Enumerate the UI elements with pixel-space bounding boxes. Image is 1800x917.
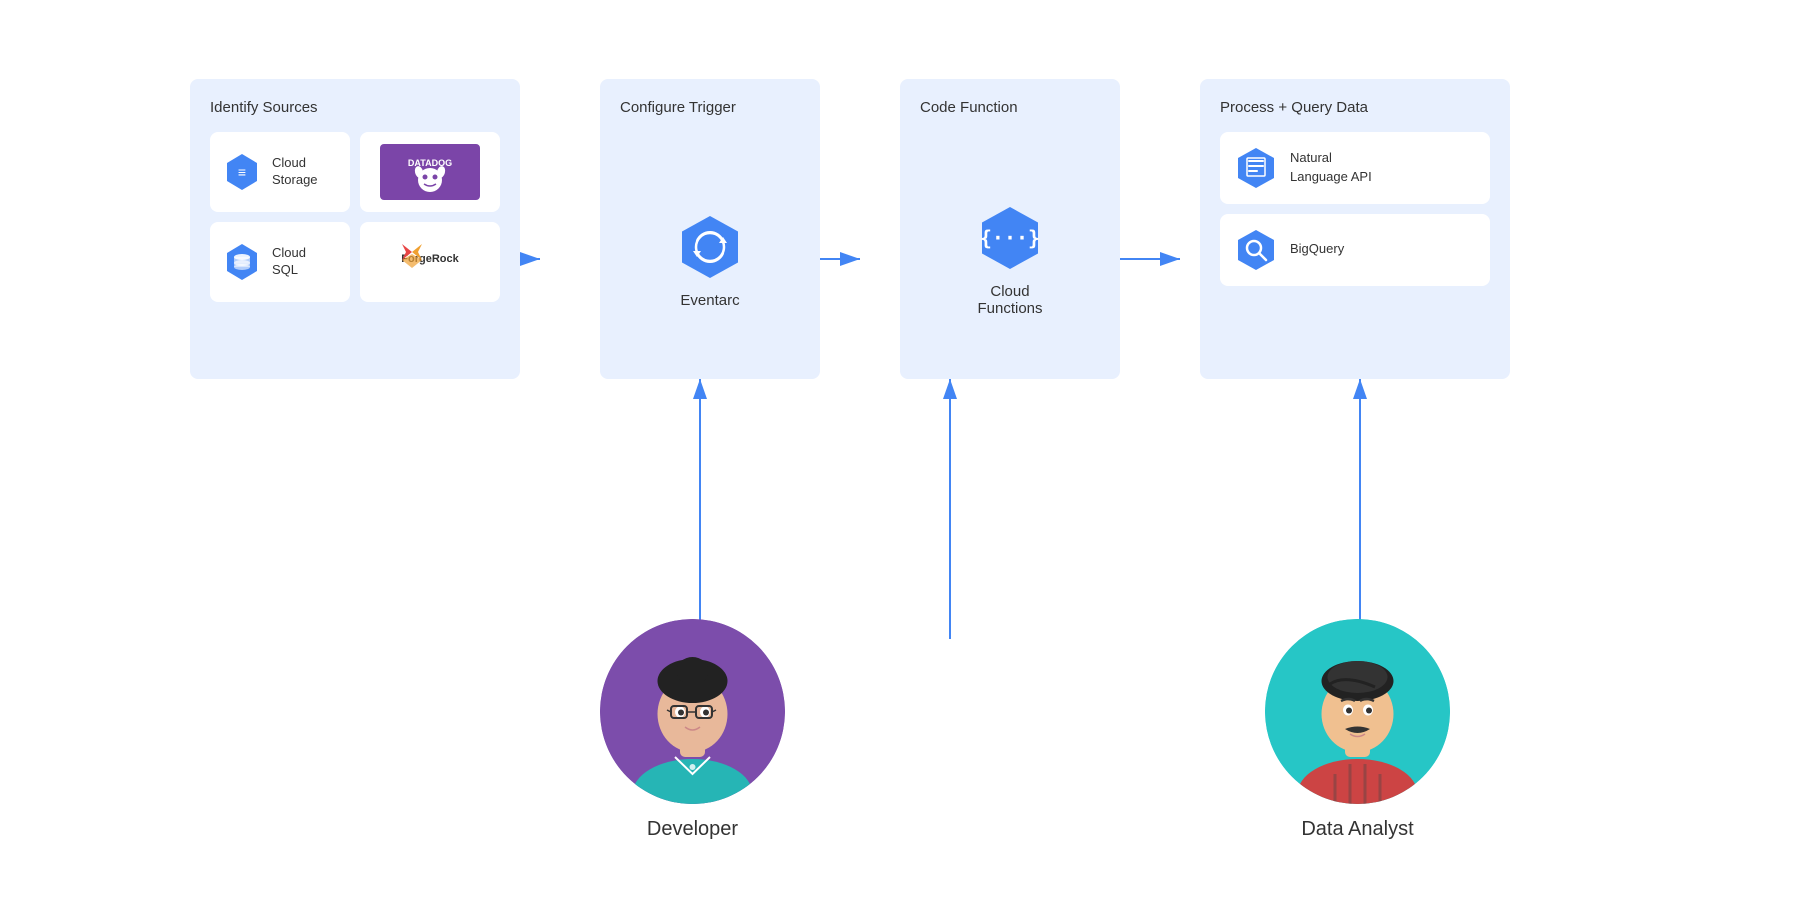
cloud-functions-service: {···} CloudFunctions — [975, 203, 1045, 317]
analyst-svg — [1265, 619, 1450, 804]
cloud-storage-label: CloudStorage — [272, 155, 318, 189]
cloud-storage-icon: ≡ — [222, 152, 262, 192]
identify-sources-title: Identify Sources — [210, 99, 500, 116]
natural-language-api-item: NaturalLanguage API — [1220, 132, 1490, 204]
cloud-sql-item: CloudSQL — [210, 222, 350, 302]
code-function-title: Code Function — [920, 99, 1100, 116]
process-query-title: Process + Query Data — [1220, 99, 1490, 116]
spacer-1 — [520, 117, 600, 417]
analyst-avatar — [1265, 619, 1450, 804]
cloud-functions-icon: {···} — [975, 203, 1045, 273]
bigquery-item: BigQuery — [1220, 214, 1490, 286]
configure-trigger-panel: Configure Trigger Eventarc — [600, 79, 820, 379]
datadog-item: DATADOG — [360, 132, 500, 212]
diagram-wrapper: Identify Sources ≡ CloudStorage DATADOG — [50, 29, 1750, 889]
code-function-panel: Code Function {···} CloudFunctions — [900, 79, 1120, 379]
bigquery-label: BigQuery — [1290, 240, 1344, 258]
cloud-functions-label: CloudFunctions — [977, 283, 1042, 317]
developer-persona: Developer — [600, 619, 785, 841]
eventarc-icon — [675, 212, 745, 282]
configure-trigger-title: Configure Trigger — [620, 99, 736, 116]
cloud-storage-item: ≡ CloudStorage — [210, 132, 350, 212]
process-query-panel: Process + Query Data NaturalLanguage API — [1200, 79, 1510, 379]
datadog-logo: DATADOG — [380, 144, 480, 200]
svg-text:≡: ≡ — [238, 164, 246, 180]
natural-language-api-icon — [1234, 146, 1278, 190]
process-items: NaturalLanguage API BigQuery — [1220, 132, 1490, 286]
developer-name: Developer — [647, 818, 738, 841]
eventarc-label: Eventarc — [680, 292, 739, 309]
function-content: {···} CloudFunctions — [920, 132, 1100, 359]
spacer-3 — [1120, 117, 1200, 417]
cloud-sql-label: CloudSQL — [272, 245, 306, 279]
identify-sources-panel: Identify Sources ≡ CloudStorage DATADOG — [190, 79, 520, 379]
svg-text:{···}: {···} — [980, 226, 1040, 250]
analyst-persona: Data Analyst — [1265, 619, 1450, 841]
trigger-content: Eventarc — [620, 132, 800, 359]
svg-text:DATADOG: DATADOG — [408, 158, 452, 168]
bigquery-icon — [1234, 228, 1278, 272]
natural-language-api-label: NaturalLanguage API — [1290, 149, 1372, 185]
spacer-2 — [820, 117, 900, 417]
cloud-sql-icon — [222, 242, 262, 282]
developer-svg — [600, 619, 785, 804]
developer-avatar — [600, 619, 785, 804]
analyst-name: Data Analyst — [1301, 818, 1413, 841]
forgerock-logo: ForgeRock — [380, 234, 480, 290]
eventarc-service: Eventarc — [675, 212, 745, 309]
forgerock-item: ForgeRock — [360, 222, 500, 302]
sources-grid: ≡ CloudStorage DATADOG — [210, 132, 500, 302]
